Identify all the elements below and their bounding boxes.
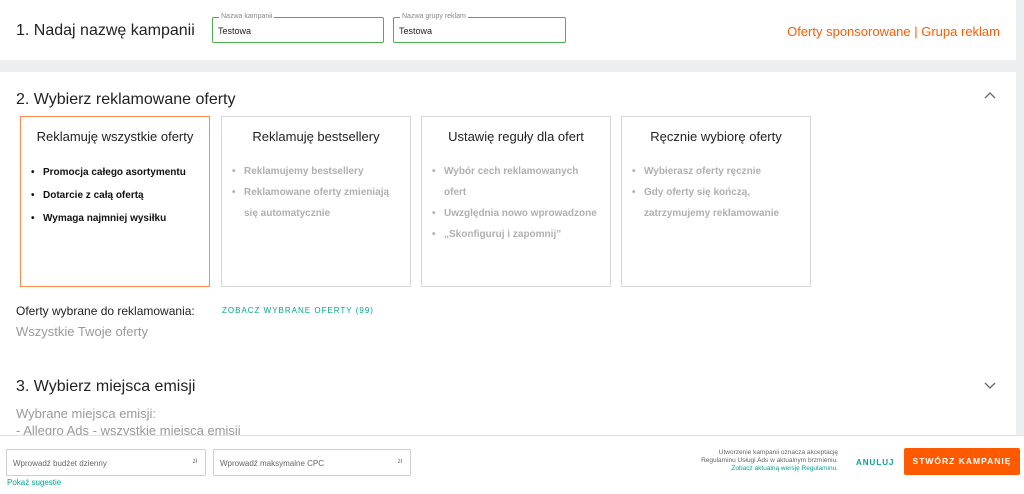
step3-title: 3. Wybierz miejsca emisji <box>16 378 196 395</box>
chevron-up-icon[interactable] <box>983 89 997 103</box>
max-cpc-input[interactable]: Wprowadź maksymalne CPC zł <box>213 449 411 476</box>
terms-line: Regulaminu Usługi Ads w aktualnym brzmie… <box>701 457 838 464</box>
emission-places-label: Wybrane miejsca emisji: <box>16 406 157 421</box>
bullet-item: Uwzględnia nowo wprowadzone <box>432 203 600 224</box>
emission-places-value: - Allegro Ads - wszystkie miejsca emisji <box>16 423 241 435</box>
option-card-title: Ręcznie wybiorę oferty <box>650 129 782 144</box>
view-selected-offers-link[interactable]: ZOBACZ WYBRANE OFERTY (99) <box>222 306 374 315</box>
ad-group-name-value: Testowa <box>399 26 433 36</box>
step2-panel: 2. Wybierz reklamowane oferty Reklamuję … <box>0 72 1016 435</box>
option-card-bullets: Wybierasz oferty ręcznie Gdy oferty się … <box>632 161 800 224</box>
option-card-all-offers[interactable]: Reklamuję wszystkie oferty Promocja całe… <box>20 116 210 287</box>
step1-title: 1. Nadaj nazwę kampanii <box>16 22 195 39</box>
ad-group-name-legend: Nazwa grupy reklam <box>400 12 468 21</box>
bullet-item: Reklamujemy bestsellery <box>232 161 400 182</box>
bullet-item: Gdy oferty się kończą, zatrzymujemy rekl… <box>632 182 800 224</box>
bullet-item: Dotarcie z całą ofertą <box>31 184 199 207</box>
max-cpc-placeholder: Wprowadź maksymalne CPC <box>220 459 325 468</box>
step2-title: 2. Wybierz reklamowane oferty <box>16 91 236 108</box>
selected-offers-value: Wszystkie Twoje oferty <box>16 324 148 339</box>
daily-budget-input[interactable]: Wprowadź budżet dzienny zł <box>6 449 206 476</box>
bullet-item: Wymaga najmniej wysiłku <box>31 207 199 230</box>
bullet-item: „Skonfiguruj i zapomnij” <box>432 224 600 245</box>
create-campaign-button[interactable]: STWÓRZ KAMPANIĘ <box>904 448 1020 475</box>
campaign-type-label: Oferty sponsorowane | Grupa reklam <box>787 24 1000 39</box>
bullet-item: Promocja całego asortymentu <box>31 161 199 184</box>
terms-notice: Utworzenie kampanii oznacza akceptację R… <box>638 449 838 473</box>
cancel-button[interactable]: ANULUJ <box>856 458 894 467</box>
option-card-title: Reklamuję bestsellery <box>252 129 380 144</box>
option-card-manual[interactable]: Ręcznie wybiorę oferty Wybierasz oferty … <box>621 116 811 287</box>
option-card-bullets: Wybór cech reklamowanych ofert Uwzględni… <box>432 161 600 245</box>
option-card-bestsellers[interactable]: Reklamuję bestsellery Reklamujemy bestse… <box>221 116 411 287</box>
campaign-name-legend: Nazwa kampanii <box>219 12 275 21</box>
bullet-item: Wybór cech reklamowanych ofert <box>432 161 600 203</box>
bullet-item: Wybierasz oferty ręcznie <box>632 161 800 182</box>
campaign-name-value: Testowa <box>218 26 252 36</box>
option-card-title: Ustawię reguły dla ofert <box>448 129 584 144</box>
chevron-down-icon[interactable] <box>983 378 997 392</box>
show-suggestions-link[interactable]: Pokaż sugestie <box>7 478 61 487</box>
currency-label: zł <box>397 459 402 465</box>
bullet-item: Reklamowane oferty zmieniają się automat… <box>232 182 400 224</box>
terms-link[interactable]: Zobacz aktualną wersję Regulaminu. <box>638 465 838 473</box>
option-card-rules[interactable]: Ustawię reguły dla ofert Wybór cech rekl… <box>421 116 611 287</box>
step1-panel: 1. Nadaj nazwę kampanii Nazwa kampanii T… <box>0 0 1016 60</box>
footer-bar: Wprowadź budżet dzienny zł Wprowadź maks… <box>0 435 1024 494</box>
ad-group-name-field[interactable]: Nazwa grupy reklam Testowa <box>393 12 566 43</box>
daily-budget-placeholder: Wprowadź budżet dzienny <box>13 459 107 468</box>
selected-offers-label: Oferty wybrane do reklamowania: <box>16 304 195 318</box>
terms-line: Utworzenie kampanii oznacza akceptację <box>718 449 838 456</box>
option-card-bullets: Reklamujemy bestsellery Reklamowane ofer… <box>232 161 400 224</box>
campaign-name-field[interactable]: Nazwa kampanii Testowa <box>212 12 384 43</box>
currency-label: zł <box>192 459 197 465</box>
option-card-bullets: Promocja całego asortymentu Dotarcie z c… <box>31 161 199 230</box>
option-card-title: Reklamuję wszystkie oferty <box>36 129 194 144</box>
